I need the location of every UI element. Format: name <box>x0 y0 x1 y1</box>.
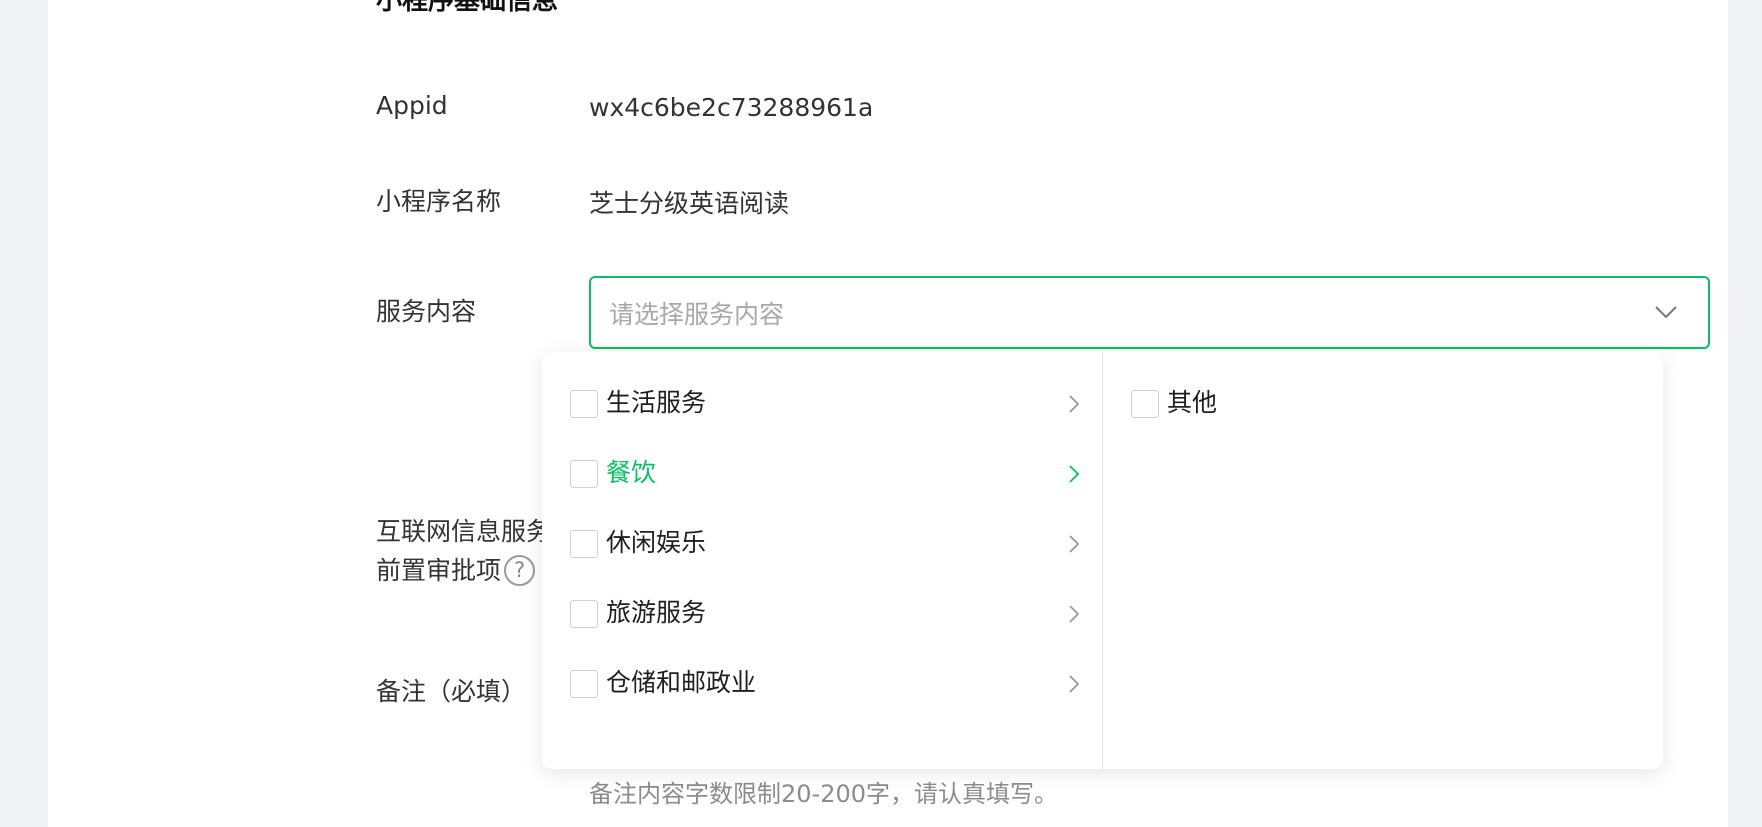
service-dropdown: 生活服务 餐饮 休闲娱乐 旅游服务 仓储和邮政业 其他 <box>542 352 1663 769</box>
approval-label-line1: 互联网信息服务 <box>376 517 552 546</box>
category-option[interactable]: 生活服务 <box>542 372 1102 442</box>
checkbox[interactable] <box>570 670 598 698</box>
chevron-down-icon <box>1654 304 1678 323</box>
appid-value: wx4c6be2c73288961a <box>589 93 874 122</box>
category-option[interactable]: 餐饮 <box>542 442 1102 512</box>
chevron-right-icon <box>1068 674 1080 698</box>
chevron-right-icon <box>1068 534 1080 558</box>
service-select[interactable]: 请选择服务内容 <box>589 276 1710 349</box>
category-label: 餐饮 <box>606 458 657 487</box>
approval-label-line2: 前置审批项 <box>376 556 502 585</box>
service-label: 服务内容 <box>376 297 477 326</box>
checkbox[interactable] <box>570 460 598 488</box>
name-value: 芝士分级英语阅读 <box>589 189 790 218</box>
chevron-right-icon <box>1068 464 1080 488</box>
remark-label: 备注（必填） <box>376 677 527 706</box>
question-circle-icon[interactable]: ? <box>504 554 536 586</box>
checkbox[interactable] <box>570 390 598 418</box>
category-label: 生活服务 <box>606 388 707 417</box>
category-option[interactable]: 仓储和邮政业 <box>542 652 1102 722</box>
subcategory-label: 其他 <box>1167 388 1218 417</box>
approval-label-line2-row: 前置审批项? <box>376 551 536 590</box>
chevron-right-icon <box>1068 394 1080 418</box>
category-label: 休闲娱乐 <box>606 528 707 557</box>
checkbox[interactable] <box>570 600 598 628</box>
category-option[interactable]: 旅游服务 <box>542 582 1102 652</box>
category-column: 生活服务 餐饮 休闲娱乐 旅游服务 仓储和邮政业 <box>542 352 1103 769</box>
section-title: 小程序基础信息 <box>376 0 559 16</box>
chevron-right-icon <box>1068 604 1080 628</box>
subcategory-column: 其他 <box>1103 352 1663 769</box>
name-label: 小程序名称 <box>376 187 502 216</box>
checkbox[interactable] <box>570 530 598 558</box>
appid-label: Appid <box>376 91 448 120</box>
checkbox[interactable] <box>1131 390 1159 418</box>
category-label: 仓储和邮政业 <box>606 668 757 697</box>
category-label: 旅游服务 <box>606 598 707 627</box>
subcategory-option[interactable]: 其他 <box>1103 372 1663 442</box>
remark-hint: 备注内容字数限制20-200字，请认真填写。 <box>589 780 1059 808</box>
category-option[interactable]: 休闲娱乐 <box>542 512 1102 582</box>
service-select-placeholder: 请选择服务内容 <box>609 300 785 329</box>
